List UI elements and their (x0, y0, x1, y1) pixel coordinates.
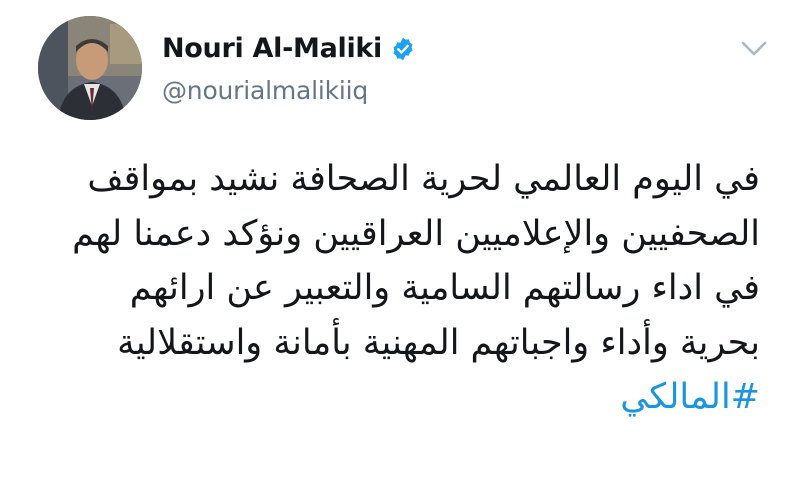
tweet-card: Nouri Al-Maliki @nourialmalikiiq في اليو… (0, 0, 800, 484)
author-name-row: Nouri Al-Maliki (162, 33, 416, 64)
tweet-text-line: في اداء رسالتهم السامية والتعبير عن ارائ… (129, 268, 760, 308)
author-display-name[interactable]: Nouri Al-Maliki (162, 33, 382, 64)
tweet-text-line: في اليوم العالمي لحرية الصحافة نشيد بموا… (87, 159, 760, 199)
verified-badge-icon (390, 36, 416, 62)
author-handle[interactable]: @nourialmalikiiq (162, 76, 368, 105)
hashtag-link[interactable]: #المالكي (620, 377, 760, 417)
tweet-text-line: بحرية وأداء واجباتهم المهنية بأمانة واست… (117, 322, 760, 363)
chevron-down-icon[interactable] (740, 40, 768, 58)
avatar[interactable] (38, 16, 142, 120)
avatar-image (38, 16, 142, 120)
tweet-text: في اليوم العالمي لحرية الصحافة نشيد بموا… (20, 152, 760, 425)
tweet-text-line: الصحفيين والإعلاميين العراقيين ونؤكد دعم… (72, 213, 760, 254)
